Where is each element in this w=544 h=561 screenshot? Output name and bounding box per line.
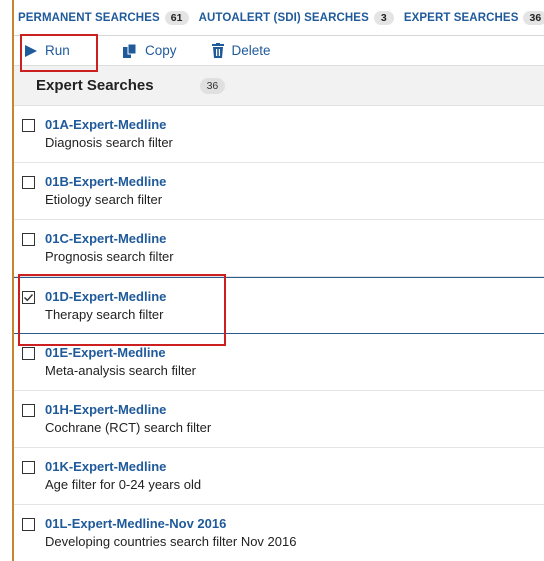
copy-label: Copy	[145, 43, 177, 58]
item-description: Therapy search filter	[45, 307, 164, 322]
item-checkbox[interactable]	[22, 176, 35, 189]
item-description: Etiology search filter	[45, 192, 163, 207]
trash-icon	[211, 43, 225, 58]
tab-label: EXPERT SEARCHES	[403, 11, 519, 24]
item-title-link[interactable]: 01D-Expert-Medline	[45, 289, 166, 304]
item-description: Age filter for 0-24 years old	[45, 477, 202, 492]
item-checkbox[interactable]	[22, 518, 35, 531]
run-button[interactable]: Run	[14, 33, 98, 72]
section-count-badge: 36	[199, 77, 226, 94]
tab-expert-searches[interactable]: EXPERT SEARCHES 36	[403, 10, 544, 25]
section-title: Expert Searches	[36, 77, 154, 94]
tab-count-badge: 61	[164, 10, 189, 25]
section-header: Expert Searches 36	[14, 66, 544, 106]
list-item: 01E-Expert-Medline Meta-analysis search …	[14, 334, 544, 391]
item-description: Cochrane (RCT) search filter	[45, 420, 212, 435]
item-description: Prognosis search filter	[45, 249, 174, 264]
toolbar: Run Copy Delete	[14, 33, 544, 72]
item-checkbox[interactable]	[22, 347, 35, 360]
item-description: Meta-analysis search filter	[45, 363, 196, 378]
list-item: 01K-Expert-Medline Age filter for 0-24 y…	[14, 448, 544, 505]
item-title-link[interactable]: 01E-Expert-Medline	[45, 345, 196, 360]
item-title-link[interactable]: 01A-Expert-Medline	[45, 117, 173, 132]
item-checkbox-checked[interactable]	[22, 291, 35, 304]
checkmark-icon	[24, 294, 34, 302]
search-tabs: PERMANENT SEARCHES 61 AUTOALERT (SDI) SE…	[14, 0, 544, 36]
tab-label: AUTOALERT (SDI) SEARCHES	[198, 11, 369, 24]
tab-permanent-searches[interactable]: PERMANENT SEARCHES 61	[18, 10, 189, 25]
list-item: 01A-Expert-Medline Diagnosis search filt…	[14, 106, 544, 163]
copy-button[interactable]: Copy	[118, 36, 181, 66]
item-title-link[interactable]: 01L-Expert-Medline-Nov 2016	[45, 516, 296, 531]
item-checkbox[interactable]	[22, 233, 35, 246]
expert-search-list: 01A-Expert-Medline Diagnosis search filt…	[14, 106, 544, 561]
saved-searches-panel: PERMANENT SEARCHES 61 AUTOALERT (SDI) SE…	[12, 0, 544, 561]
item-checkbox[interactable]	[22, 461, 35, 474]
copy-icon	[122, 43, 138, 59]
tab-count-badge: 36	[523, 10, 544, 25]
delete-label: Delete	[231, 43, 271, 58]
list-item: 01C-Expert-Medline Prognosis search filt…	[14, 220, 544, 277]
item-checkbox[interactable]	[22, 404, 35, 417]
item-description: Diagnosis search filter	[45, 135, 173, 150]
tab-autoalert-searches[interactable]: AUTOALERT (SDI) SEARCHES 3	[198, 10, 394, 25]
list-item: 01L-Expert-Medline-Nov 2016 Developing c…	[14, 505, 544, 561]
item-title-link[interactable]: 01C-Expert-Medline	[45, 231, 174, 246]
tab-label: PERMANENT SEARCHES	[18, 11, 160, 24]
run-label: Run	[45, 43, 70, 58]
item-title-link[interactable]: 01B-Expert-Medline	[45, 174, 166, 189]
item-title-link[interactable]: 01H-Expert-Medline	[45, 402, 211, 417]
play-icon	[24, 44, 38, 58]
list-item: 01B-Expert-Medline Etiology search filte…	[14, 163, 544, 220]
item-title-link[interactable]: 01K-Expert-Medline	[45, 459, 201, 474]
item-checkbox[interactable]	[22, 119, 35, 132]
list-item-selected: 01D-Expert-Medline Therapy search filter	[14, 274, 544, 346]
tab-count-badge: 3	[373, 10, 394, 25]
delete-button[interactable]: Delete	[207, 36, 275, 66]
list-item: 01H-Expert-Medline Cochrane (RCT) search…	[14, 391, 544, 448]
item-description: Developing countries search filter Nov 2…	[45, 534, 297, 549]
